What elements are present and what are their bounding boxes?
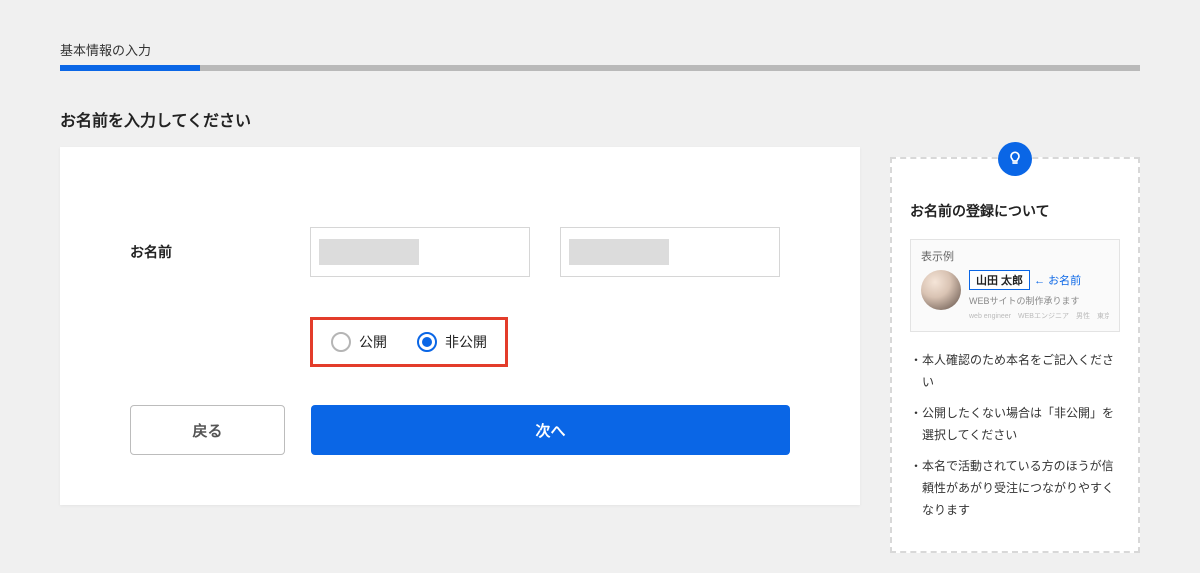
- example-caption: 表示例: [921, 248, 1109, 264]
- input-placeholder-block: [319, 239, 419, 265]
- progress-bar-fill: [60, 65, 200, 71]
- progress-bar: [60, 65, 1140, 71]
- visibility-radio-group-highlight: 公開 非公開: [310, 317, 508, 367]
- radio-public-label: 公開: [359, 332, 387, 352]
- example-pointer: ← お名前: [1034, 272, 1081, 288]
- example-name-tag: 山田 太郎: [969, 270, 1030, 290]
- help-tip: 本名で活動されている方のほうが信頼性があがり受注につながりやすくなります: [910, 456, 1120, 521]
- radio-private-label: 非公開: [445, 332, 487, 352]
- help-title: お名前の登録について: [910, 201, 1120, 221]
- radio-unchecked-icon: [331, 332, 351, 352]
- input-placeholder-block: [569, 239, 669, 265]
- first-name-input[interactable]: [560, 227, 780, 277]
- page-title: お名前を入力してください: [60, 107, 1140, 131]
- radio-private[interactable]: 非公開: [417, 332, 487, 352]
- radio-checked-icon: [417, 332, 437, 352]
- help-tip-list: 本人確認のため本名をご記入ください 公開したくない場合は「非公開」を選択してくだ…: [910, 350, 1120, 521]
- display-example-box: 表示例 山田 太郎 ← お名前 WEBサイトの制作承ります web engine…: [910, 239, 1120, 332]
- back-button[interactable]: 戻る: [130, 405, 285, 455]
- next-button[interactable]: 次へ: [311, 405, 790, 455]
- example-subtitle: WEBサイトの制作承ります: [969, 294, 1109, 307]
- radio-public[interactable]: 公開: [331, 332, 387, 352]
- help-tip: 公開したくない場合は「非公開」を選択してください: [910, 403, 1120, 446]
- last-name-input[interactable]: [310, 227, 530, 277]
- help-panel: お名前の登録について 表示例 山田 太郎 ← お名前 WEBサイトの制作承ります…: [890, 157, 1140, 553]
- avatar-icon: [921, 270, 961, 310]
- name-label: お名前: [130, 242, 310, 262]
- example-tags: web engineer WEBエンジニア 男性 東京都: [969, 311, 1109, 321]
- progress-step-label: 基本情報の入力: [60, 40, 1140, 59]
- lightbulb-icon: [998, 142, 1032, 176]
- form-card: お名前 公開: [60, 147, 860, 505]
- help-tip: 本人確認のため本名をご記入ください: [910, 350, 1120, 393]
